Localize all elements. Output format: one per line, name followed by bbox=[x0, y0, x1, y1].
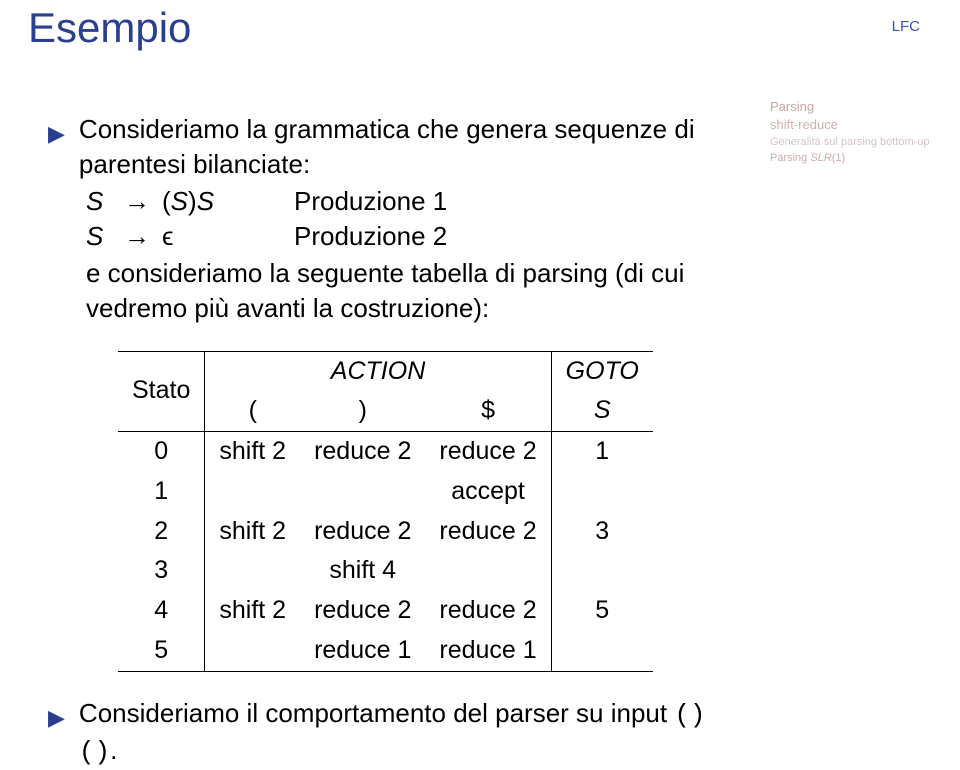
prod1-rhs: (S)S bbox=[162, 184, 282, 219]
bullet-1-text: Consideriamo la grammatica che genera se… bbox=[79, 112, 728, 182]
productions: S → (S)S Produzione 1 S → ϵ Produzione 2 bbox=[86, 184, 728, 254]
parse-table: Stato ACTION GOTO ( ) $ S 0 shift 2 redu… bbox=[118, 351, 653, 672]
prod2-label: Produzione 2 bbox=[294, 219, 447, 254]
triangle-right-icon: ▶ bbox=[48, 703, 65, 733]
th-action: ACTION bbox=[205, 351, 551, 391]
th-col2: ) bbox=[300, 391, 425, 431]
table-row: 0 shift 2 reduce 2 reduce 2 1 bbox=[118, 432, 653, 472]
slide: Esempio LFC Parsing shift-reduce General… bbox=[0, 0, 960, 735]
sidebar: Parsing shift-reduce Generalità sul pars… bbox=[770, 98, 930, 166]
header-row-1: Stato ACTION GOTO bbox=[118, 351, 653, 391]
bullet-1: ▶ Consideriamo la grammatica che genera … bbox=[48, 112, 728, 182]
th-goto: GOTO bbox=[551, 351, 653, 391]
th-stato: Stato bbox=[118, 351, 205, 432]
sidebar-slr1-suf: (1) bbox=[832, 152, 845, 164]
prod1-arrow: → bbox=[124, 184, 160, 219]
sidebar-slr1: Parsing SLR(1) bbox=[770, 151, 930, 166]
table-row: 5 reduce 1 reduce 1 bbox=[118, 631, 653, 671]
table-row: 2 shift 2 reduce 2 reduce 2 3 bbox=[118, 512, 653, 552]
bullet-1-continued: e consideriamo la seguente tabella di pa… bbox=[86, 256, 728, 326]
lfc-label: LFC bbox=[892, 18, 920, 35]
th-col3: $ bbox=[425, 391, 551, 431]
bullet-2: ▶ Consideriamo il comportamento del pars… bbox=[48, 696, 728, 770]
th-col4: S bbox=[551, 391, 653, 431]
sidebar-generalita: Generalità sul parsing bottom-up bbox=[770, 135, 930, 150]
th-col1: ( bbox=[205, 391, 300, 431]
production-2: S → ϵ Produzione 2 bbox=[86, 219, 728, 254]
triangle-right-icon: ▶ bbox=[48, 119, 65, 149]
table-row: 1 accept bbox=[118, 472, 653, 512]
sidebar-slr1-pre: Parsing bbox=[770, 152, 810, 164]
production-1: S → (S)S Produzione 1 bbox=[86, 184, 728, 219]
bullet-2-text: Consideriamo il comportamento del parser… bbox=[79, 696, 728, 770]
prod2-lhs: S bbox=[86, 219, 122, 254]
prod1-lhs: S bbox=[86, 184, 122, 219]
parse-table-wrap: Stato ACTION GOTO ( ) $ S 0 shift 2 redu… bbox=[118, 351, 728, 672]
slide-title: Esempio bbox=[28, 0, 932, 52]
sidebar-parsing: Parsing bbox=[770, 98, 930, 116]
table-row: 4 shift 2 reduce 2 reduce 2 5 bbox=[118, 591, 653, 631]
sidebar-slr1-it: SLR bbox=[810, 152, 831, 164]
table-row: 3 shift 4 bbox=[118, 551, 653, 591]
content: ▶ Consideriamo la grammatica che genera … bbox=[28, 112, 728, 770]
prod1-label: Produzione 1 bbox=[294, 184, 447, 219]
prod2-eps: ϵ bbox=[162, 219, 282, 254]
sidebar-shift-reduce: shift-reduce bbox=[770, 116, 930, 134]
prod2-arrow: → bbox=[124, 219, 160, 254]
